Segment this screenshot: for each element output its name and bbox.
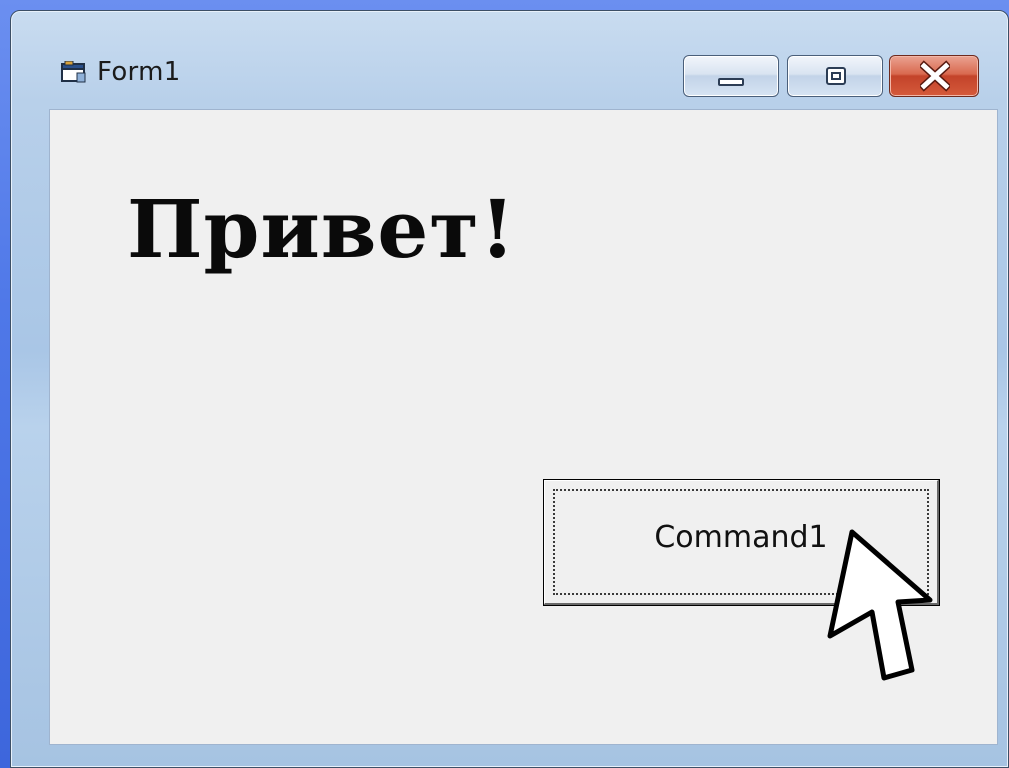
maximize-button[interactable] [787, 55, 883, 97]
title-bar[interactable]: Form1 [11, 11, 1008, 111]
maximize-icon [826, 67, 846, 85]
greeting-label: Привет! [127, 182, 516, 276]
close-icon [920, 60, 950, 92]
form-window-icon [61, 61, 86, 83]
mouse-pointer-icon [827, 529, 933, 681]
close-button[interactable] [889, 55, 979, 97]
window-title: Form1 [97, 57, 181, 87]
minimize-button[interactable] [683, 55, 779, 97]
minimize-icon [718, 78, 744, 86]
